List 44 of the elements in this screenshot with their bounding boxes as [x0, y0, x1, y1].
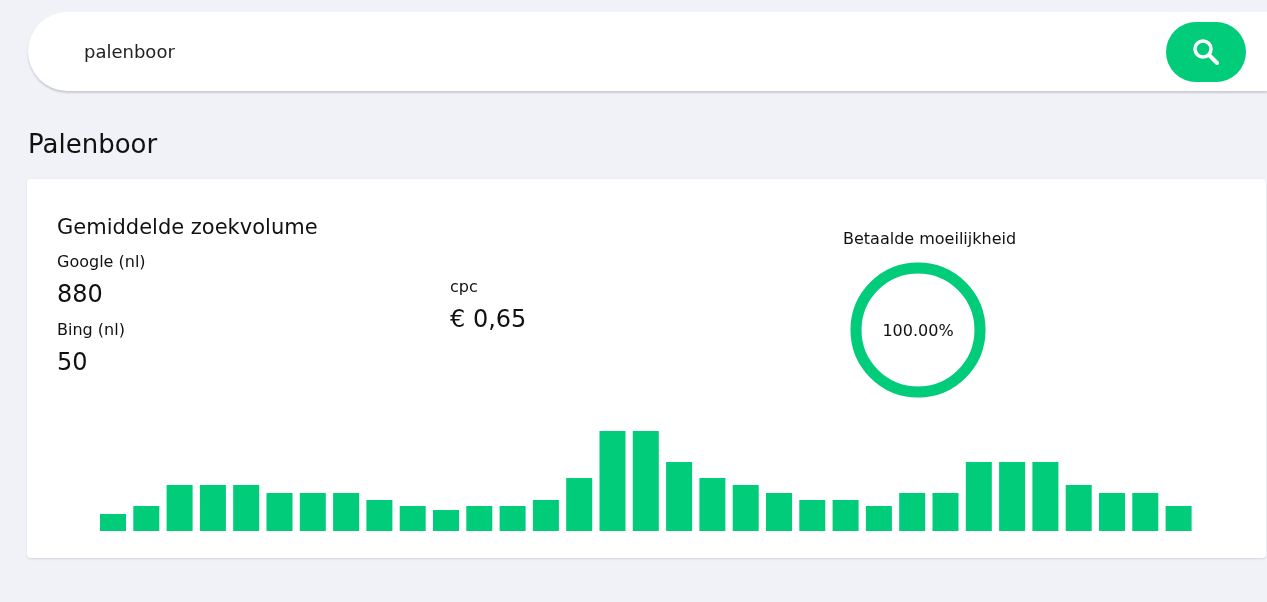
volume-label: Google (nl)	[57, 252, 147, 271]
volume-bar	[666, 462, 693, 531]
volume-bar	[233, 485, 260, 531]
volume-bar	[965, 462, 992, 531]
volume-bar	[899, 493, 926, 531]
volume-bar	[466, 506, 493, 531]
volume-bar	[133, 506, 160, 531]
volume-bar	[100, 514, 126, 531]
search-icon	[1191, 36, 1221, 67]
volume-bar	[532, 500, 559, 531]
volume-bar	[1032, 462, 1059, 531]
volume-bar	[366, 500, 393, 531]
volume-label: Bing (nl)	[57, 320, 126, 339]
cpc-label: cpc	[450, 277, 479, 296]
volume-bar	[166, 485, 193, 531]
volume-bar	[499, 506, 526, 531]
volume-bar	[999, 462, 1026, 531]
volume-bar	[566, 478, 593, 531]
search-field[interactable]: palenboor	[28, 12, 1267, 91]
volume-bar	[832, 500, 859, 531]
volume-bar	[732, 485, 759, 531]
volume-bar	[699, 478, 726, 531]
volume-bar	[433, 510, 459, 531]
volume-bar	[1065, 485, 1092, 531]
search-field[interactable]: palenboor	[82, 40, 1166, 63]
volume-bar	[799, 500, 826, 531]
volume-bar	[199, 485, 226, 531]
volume-bar	[932, 493, 959, 531]
volume-bar	[266, 493, 293, 531]
volume-bar	[1165, 506, 1192, 531]
volume-bar	[299, 493, 326, 531]
volume-bar	[1099, 493, 1125, 531]
cpc-value: € 0,65	[450, 305, 528, 333]
volume-bar	[865, 506, 892, 531]
volume-value: 880	[57, 280, 104, 308]
volume-bar	[766, 493, 792, 531]
difficulty-label: Betaalde moeilijkheid	[843, 229, 1017, 248]
keyword-heading: Palenboor	[28, 129, 159, 159]
volume-bar	[333, 493, 360, 531]
volume-bar	[1132, 493, 1159, 531]
volume-bar	[399, 506, 426, 531]
card-title: Gemiddelde zoekvolume	[57, 215, 319, 239]
volume-value: 50	[57, 348, 89, 376]
difficulty-reading: 100.00%	[882, 320, 954, 340]
